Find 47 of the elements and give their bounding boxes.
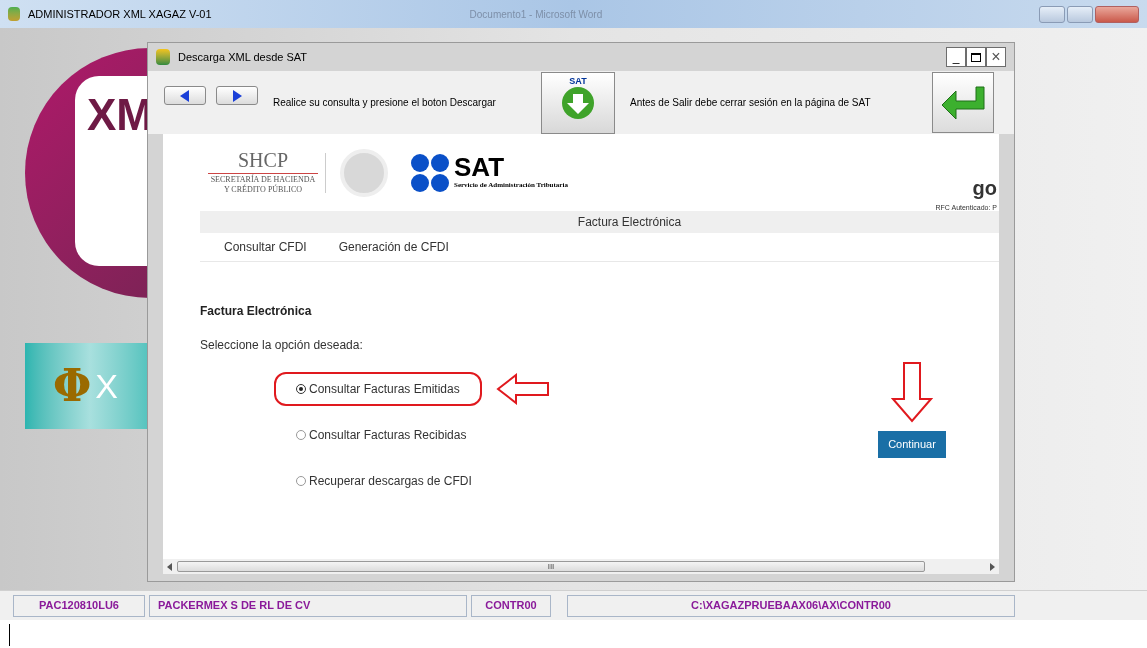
app-icon bbox=[8, 7, 20, 21]
left-arrow-icon bbox=[180, 89, 190, 102]
continue-button[interactable]: Continuar bbox=[878, 431, 946, 458]
exit-button[interactable] bbox=[932, 72, 994, 133]
shcp-subtitle: SECRETARÍA DE HACIENDA Y CRÉDITO PÚBLICO bbox=[208, 173, 318, 195]
left-arrow-annotation bbox=[495, 373, 550, 405]
logout-text: Antes de Salir debe cerrar sesión en la página de SAT bbox=[630, 96, 871, 110]
scroll-left-icon[interactable] bbox=[167, 562, 173, 571]
menu-link[interactable]: Consultar CFDI bbox=[224, 238, 307, 256]
bar-title: Factura Electrónica bbox=[577, 214, 682, 231]
status-field: PACKERMEX S DE RL DE CV bbox=[149, 594, 467, 617]
section-heading: Factura Electrónica bbox=[200, 303, 313, 320]
scroll-right-icon[interactable] bbox=[989, 562, 995, 571]
sat-dots-icon bbox=[410, 152, 450, 193]
radio-option[interactable]: Recuperar descargas de CFDI bbox=[296, 472, 472, 490]
window-title: ADMINISTRADOR XML XAGAZ V-01 bbox=[28, 6, 212, 22]
status-field: C:\XAGAZPRUEBAAX06\AX\CONTR00 bbox=[567, 594, 1015, 617]
forward-button[interactable] bbox=[216, 86, 258, 105]
download-label: SAT bbox=[569, 76, 587, 86]
scroll-thumb[interactable]: III bbox=[177, 561, 925, 572]
status-field: PAC120810LU6 bbox=[13, 594, 145, 617]
seal-icon bbox=[340, 148, 388, 197]
instruction-text: Realice su consulta y presione el boton Descargar bbox=[273, 96, 497, 110]
maximize-icon[interactable] bbox=[966, 47, 986, 67]
radio-option[interactable]: Consultar Facturas Recibidas bbox=[296, 426, 467, 444]
prompt-text: Seleccione la opción deseada: bbox=[200, 337, 364, 354]
status-field: CONTR00 bbox=[471, 594, 551, 617]
menu-link[interactable]: Generación de CFDI bbox=[338, 238, 449, 256]
down-arrow-annotation bbox=[891, 361, 933, 423]
close-button[interactable]: × bbox=[986, 47, 1006, 67]
right-arrow-icon bbox=[232, 89, 242, 102]
close-icon[interactable] bbox=[1095, 5, 1139, 23]
sat-logo-text: SAT bbox=[454, 154, 506, 181]
logo-text: X bbox=[95, 365, 118, 407]
background-window-title: Documento1 - Microsoft Word bbox=[469, 7, 603, 22]
dialog-title: Descarga XML desde SAT bbox=[178, 49, 307, 65]
cut-off-text: go bbox=[972, 175, 997, 201]
download-button[interactable]: SAT bbox=[541, 71, 615, 134]
phi-symbol: Φ bbox=[53, 359, 92, 413]
text-cursor bbox=[9, 624, 10, 646]
minimize-button[interactable]: _ bbox=[946, 47, 966, 67]
back-button[interactable] bbox=[164, 86, 206, 105]
radio-option[interactable]: Consultar Facturas Emitidas bbox=[296, 380, 460, 398]
scroll-grip: III bbox=[547, 562, 555, 571]
shcp-logo-text: SHCP bbox=[238, 150, 288, 170]
app-icon bbox=[156, 49, 170, 65]
enter-arrow-icon bbox=[940, 84, 986, 121]
